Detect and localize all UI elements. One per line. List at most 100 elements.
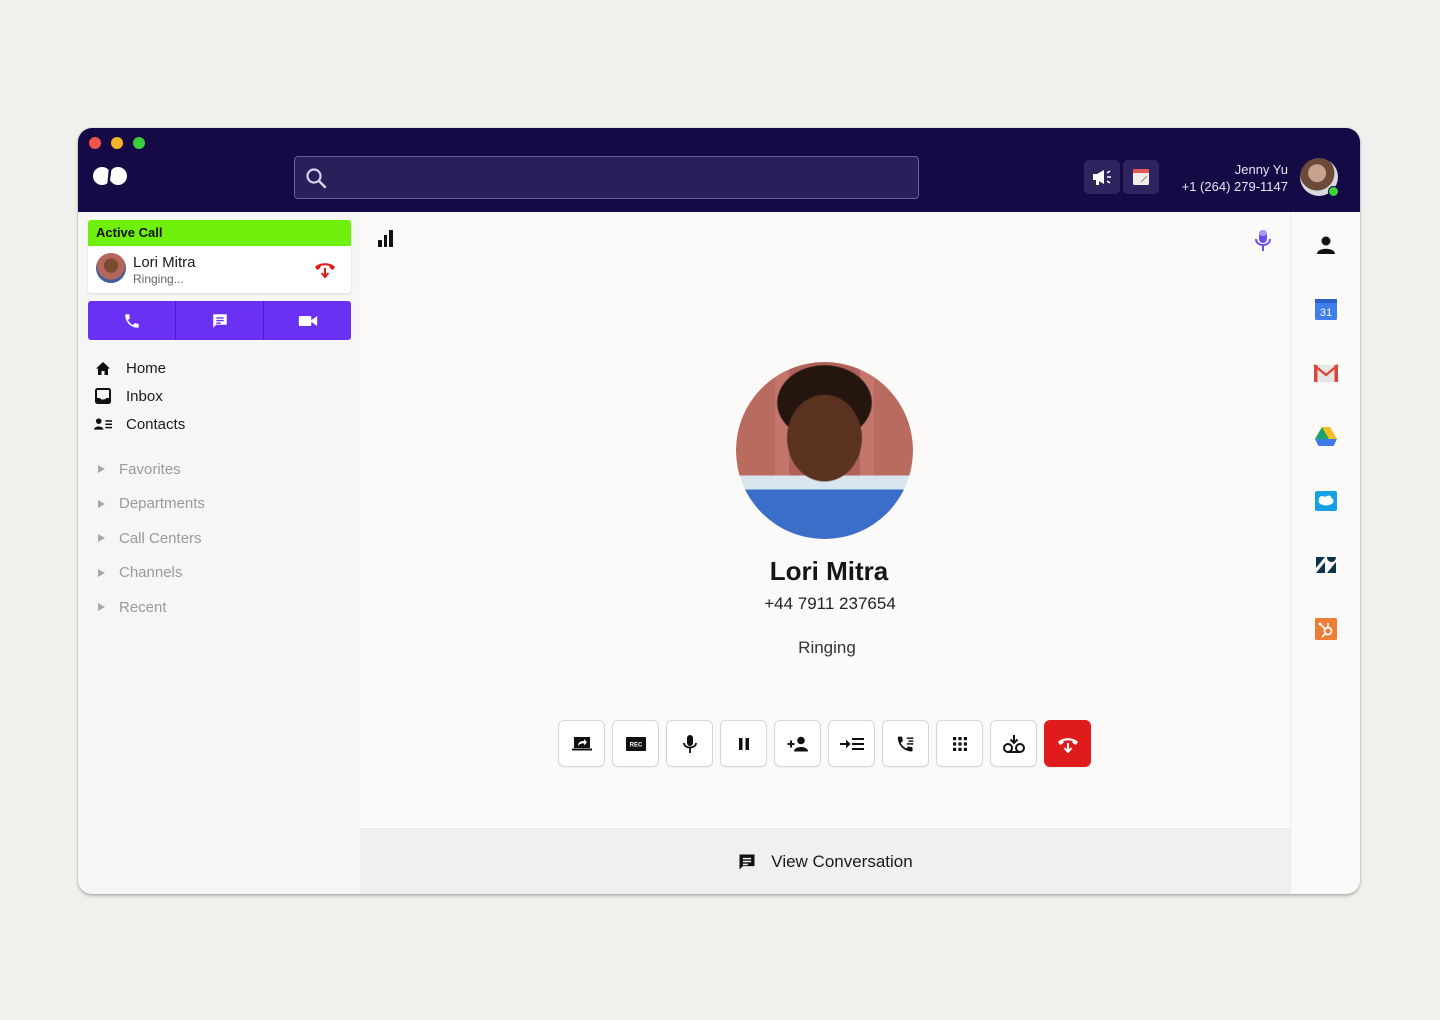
nav-item-inbox[interactable]: Inbox (94, 382, 185, 410)
record-button[interactable]: REC (612, 720, 659, 767)
person-icon (1317, 236, 1335, 254)
dialpad-logo[interactable] (92, 164, 128, 188)
keypad-icon (952, 736, 967, 751)
active-call-card[interactable]: Active Call Lori Mitra Ringing... (88, 220, 351, 293)
presence-indicator (1328, 186, 1339, 197)
search-bar[interactable] (294, 156, 919, 199)
contact-phone: +44 7911 237654 (764, 594, 896, 613)
call-button[interactable] (88, 301, 176, 340)
search-icon (306, 168, 327, 189)
share-screen-button[interactable] (558, 720, 605, 767)
microphone-active-icon[interactable] (1252, 228, 1274, 254)
group-label: Call Centers (119, 529, 202, 547)
group-label: Recent (119, 598, 167, 616)
expand-arrow-icon (98, 465, 105, 474)
microphone-icon (682, 734, 697, 753)
view-conversation-label: View Conversation (771, 851, 913, 871)
caller-name: Lori Mitra (133, 254, 196, 271)
calendar-button[interactable] (1123, 160, 1159, 194)
salesforce-button[interactable] (1313, 488, 1339, 514)
window-maximize-button[interactable] (133, 137, 145, 149)
contacts-icon (94, 415, 112, 433)
google-calendar-button[interactable]: 31 (1313, 296, 1339, 322)
app-window: Jenny Yu +1 (264) 279-1147 Active Call L… (78, 128, 1360, 894)
hold-button[interactable] (720, 720, 767, 767)
sidebar: Active Call Lori Mitra Ringing... Home I… (78, 212, 358, 894)
voicemail-drop-button[interactable] (990, 720, 1037, 767)
home-icon (94, 359, 112, 377)
phone-icon (124, 313, 139, 328)
group-label: Departments (119, 495, 205, 513)
quick-actions-bar (88, 301, 351, 340)
nav-label: Home (126, 359, 167, 377)
view-conversation-button[interactable]: View Conversation (360, 828, 1290, 894)
pause-icon (738, 737, 749, 750)
hang-up-icon[interactable] (314, 260, 336, 278)
megaphone-icon (1093, 170, 1111, 185)
nav-label: Inbox (126, 387, 163, 405)
google-drive-icon (1315, 427, 1337, 446)
video-icon (298, 315, 317, 326)
group-favorites[interactable]: Favorites (96, 452, 205, 487)
google-calendar-icon: 31 (1315, 299, 1337, 320)
call-panel: Lori Mitra +44 7911 237654 Ringing REC V… (360, 212, 1290, 894)
keypad-button[interactable] (936, 720, 983, 767)
signal-strength-icon[interactable] (378, 230, 393, 247)
group-departments[interactable]: Departments (96, 487, 205, 522)
transfer-button[interactable] (828, 720, 875, 767)
integrations-rail: 31 (1290, 212, 1360, 894)
caller-status: Ringing... (133, 272, 184, 286)
user-phone: +1 (264) 279-1147 (1181, 179, 1288, 194)
nav-item-home[interactable]: Home (94, 354, 185, 382)
group-label: Favorites (119, 460, 181, 478)
screen-share-icon (571, 736, 592, 750)
google-drive-button[interactable] (1313, 424, 1339, 450)
window-close-button[interactable] (89, 137, 101, 149)
salesforce-icon (1315, 491, 1337, 511)
call-status: Ringing (798, 638, 856, 657)
sidebar-groups: Favorites Departments Call Centers Chann… (96, 452, 205, 625)
record-icon: REC (625, 736, 646, 751)
hubspot-button[interactable] (1313, 616, 1339, 642)
user-name: Jenny Yu (1234, 162, 1288, 177)
gmail-icon (1313, 364, 1339, 382)
group-call-centers[interactable]: Call Centers (96, 521, 205, 556)
contact-photo (736, 362, 913, 539)
phone-list-icon (897, 736, 913, 751)
window-minimize-button[interactable] (111, 137, 123, 149)
announcement-button[interactable] (1084, 160, 1120, 194)
hang-up-button[interactable] (1044, 720, 1091, 767)
hang-up-icon (1057, 737, 1078, 753)
chat-icon (739, 854, 755, 869)
mute-button[interactable] (666, 720, 713, 767)
calendar-icon (1133, 169, 1149, 185)
search-input[interactable] (339, 157, 909, 197)
video-button[interactable] (264, 301, 351, 340)
svg-text:REC: REC (629, 742, 642, 748)
transfer-icon (839, 737, 864, 750)
gmail-button[interactable] (1313, 360, 1339, 386)
svg-text:31: 31 (1320, 307, 1332, 319)
hubspot-icon (1315, 618, 1337, 640)
group-channels[interactable]: Channels (96, 556, 205, 591)
expand-arrow-icon (98, 568, 105, 577)
call-controls: REC (558, 720, 1091, 767)
group-label: Channels (119, 564, 183, 582)
contact-name: Lori Mitra (769, 556, 889, 586)
message-button[interactable] (176, 301, 264, 340)
nav-item-contacts[interactable]: Contacts (94, 410, 185, 438)
nav-label: Contacts (126, 415, 186, 433)
zendesk-icon (1316, 557, 1336, 573)
header-bar: Jenny Yu +1 (264) 279-1147 (78, 128, 1360, 212)
zendesk-button[interactable] (1313, 552, 1339, 578)
call-queue-button[interactable] (882, 720, 929, 767)
inbox-icon (94, 387, 112, 405)
expand-arrow-icon (98, 603, 105, 612)
add-participant-button[interactable] (774, 720, 821, 767)
group-recent[interactable]: Recent (96, 590, 205, 625)
expand-arrow-icon (98, 499, 105, 508)
main-nav: Home Inbox Contacts (94, 354, 185, 438)
message-icon (212, 313, 227, 328)
contact-info-button[interactable] (1313, 232, 1339, 258)
voicemail-icon (1002, 734, 1025, 753)
